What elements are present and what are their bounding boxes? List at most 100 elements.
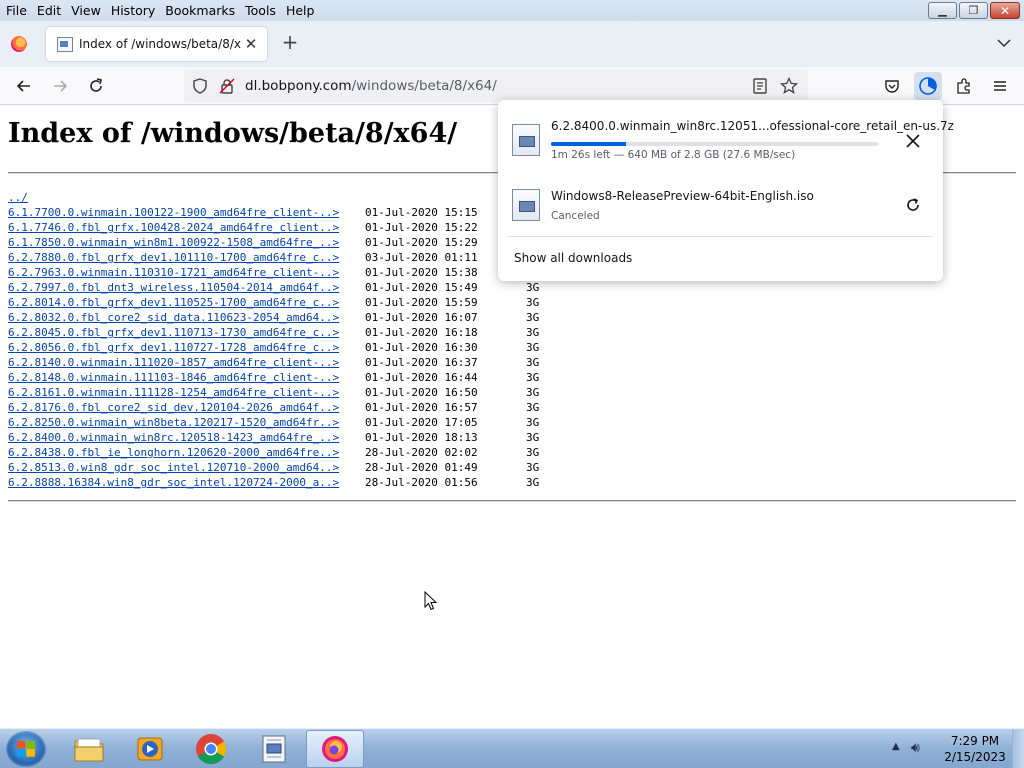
menu-help[interactable]: Help <box>281 0 320 21</box>
file-size: 3G <box>526 476 540 489</box>
reader-view-icon[interactable] <box>752 78 768 94</box>
document-icon <box>56 36 73 52</box>
file-link[interactable]: 6.2.8140.0.winmain.111020-1857_amd64fre_… <box>8 355 359 370</box>
extensions-button[interactable] <box>950 72 978 100</box>
firefox-view-icon[interactable] <box>11 36 27 52</box>
close-window-button[interactable]: ✕ <box>990 2 1020 19</box>
url-text[interactable]: dl.bobpony.com/windows/beta/8/x64/ <box>245 78 497 94</box>
file-size: 3G <box>526 386 540 399</box>
list-item: 6.2.8014.0.fbl_grfx_dev1.110525-1700_amd… <box>8 295 539 310</box>
url-host: dl.bobpony.com <box>245 78 352 94</box>
cancel-download-button[interactable] <box>901 129 925 153</box>
minimize-button[interactable]: ▁ <box>928 2 957 19</box>
file-link[interactable]: 6.2.8056.0.fbl_grfx_dev1.110727-1728_amd… <box>8 340 359 355</box>
downloads-button[interactable] <box>914 72 942 100</box>
file-link[interactable]: 6.2.8148.0.winmain.111103-1846_amd64fre_… <box>8 370 359 385</box>
pocket-button[interactable] <box>878 72 906 100</box>
file-date: 01-Jul-2020 16:50 <box>365 386 478 399</box>
file-date: 01-Jul-2020 16:30 <box>365 341 478 354</box>
lock-insecure-icon[interactable] <box>219 78 235 94</box>
list-item: 6.1.7850.0.winmain_win8m1.100922-1508_am… <box>8 235 539 250</box>
file-link[interactable]: 6.2.8438.0.fbl_ie_longhorn.120620-2000_a… <box>8 445 359 460</box>
page-title: Index of /windows/beta/8/x64/ <box>8 118 458 149</box>
directory-listing: ../ 6.1.7700.0.winmain.100122-1900_amd64… <box>8 190 539 490</box>
show-desktop-button[interactable] <box>1012 729 1024 768</box>
taskbar-chrome[interactable] <box>182 730 240 768</box>
list-all-tabs-button[interactable] <box>996 35 1012 51</box>
clock-time[interactable]: 7:29 PM <box>944 734 1006 748</box>
reload-button[interactable] <box>82 72 110 100</box>
address-bar[interactable]: dl.bobpony.com/windows/beta/8/x64/ <box>184 70 808 102</box>
chrome-icon <box>196 734 227 765</box>
file-link[interactable]: 6.2.8014.0.fbl_grfx_dev1.110525-1700_amd… <box>8 295 359 310</box>
forward-button[interactable] <box>46 72 74 100</box>
list-item: 6.2.8056.0.fbl_grfx_dev1.110727-1728_amd… <box>8 340 539 355</box>
list-item: 6.2.8140.0.winmain.111020-1857_amd64fre_… <box>8 355 539 370</box>
file-size: 3G <box>526 461 540 474</box>
file-link[interactable]: 6.2.7997.0.fbl_dnt3_wireless.110504-2014… <box>8 280 359 295</box>
back-button[interactable] <box>10 72 38 100</box>
mouse-cursor-icon <box>424 591 438 611</box>
file-link[interactable]: 6.2.8888.16384.win8_gdr_soc_intel.120724… <box>8 475 359 490</box>
file-link[interactable]: 6.2.8161.0.winmain.111128-1254_amd64fre_… <box>8 385 359 400</box>
tab-close-icon[interactable]: ✕ <box>241 35 261 53</box>
list-item: 6.2.7963.0.winmain.110310-1721_amd64fre_… <box>8 265 539 280</box>
tab-title: Index of /windows/beta/8/x64/ <box>79 37 241 51</box>
new-tab-button[interactable]: + <box>279 32 301 54</box>
menu-history[interactable]: History <box>106 0 160 21</box>
file-link[interactable]: 6.1.7850.0.winmain_win8m1.100922-1508_am… <box>8 235 359 250</box>
downloads-panel: 6.2.8400.0.winmain_win8rc.12051...ofessi… <box>498 100 954 281</box>
file-size: 3G <box>526 326 540 339</box>
file-date: 28-Jul-2020 01:49 <box>365 461 478 474</box>
start-button[interactable] <box>6 731 46 767</box>
menu-edit[interactable]: Edit <box>32 0 66 21</box>
taskbar-document[interactable] <box>245 730 303 768</box>
file-link[interactable]: 6.2.8176.0.fbl_core2_sid_dev.120104-2026… <box>8 400 359 415</box>
list-item: 6.1.7700.0.winmain.100122-1900_amd64fre_… <box>8 205 539 220</box>
tab-directory-index[interactable]: Index of /windows/beta/8/x64/ ✕ <box>46 27 267 61</box>
file-link[interactable]: 6.2.8250.0.winmain_win8beta.120217-1520_… <box>8 415 359 430</box>
download-progress-bar <box>551 142 878 146</box>
media-player-icon <box>137 737 163 761</box>
file-link[interactable]: 6.2.8400.0.winmain_win8rc.120518-1423_am… <box>8 430 359 445</box>
taskbar-explorer[interactable] <box>60 730 118 768</box>
file-link[interactable]: 6.1.7700.0.winmain.100122-1900_amd64fre_… <box>8 205 359 220</box>
shield-icon[interactable] <box>192 78 208 94</box>
file-date: 01-Jul-2020 15:59 <box>365 296 478 309</box>
taskbar-media-player[interactable] <box>121 730 179 768</box>
file-size: 3G <box>526 401 540 414</box>
show-hidden-icons-button[interactable]: ▲ <box>892 741 900 752</box>
app-menu-button[interactable] <box>986 72 1014 100</box>
file-link[interactable]: 6.1.7746.0.fbl_grfx.100428-2024_amd64fre… <box>8 220 359 235</box>
list-item: 6.2.8438.0.fbl_ie_longhorn.120620-2000_a… <box>8 445 539 460</box>
download-item-canceled[interactable]: Windows8-ReleasePreview-64bit-English.is… <box>508 179 933 233</box>
file-size: 3G <box>526 356 540 369</box>
list-item: 6.2.8045.0.fbl_grfx_dev1.110713-1730_amd… <box>8 325 539 340</box>
forward-arrow-icon <box>54 80 68 92</box>
file-link[interactable]: 6.2.8032.0.fbl_core2_sid_data.110623-205… <box>8 310 359 325</box>
bookmark-star-icon[interactable] <box>780 77 798 95</box>
download-item-active[interactable]: 6.2.8400.0.winmain_win8rc.12051...ofessi… <box>508 114 954 168</box>
url-path: /windows/beta/8/x64/ <box>351 78 497 94</box>
reload-icon <box>90 78 102 92</box>
taskbar-firefox[interactable] <box>306 730 364 768</box>
file-link[interactable]: 6.2.8045.0.fbl_grfx_dev1.110713-1730_amd… <box>8 325 359 340</box>
menu-view[interactable]: View <box>66 0 106 21</box>
file-link[interactable]: 6.2.7880.0.fbl_grfx_dev1.101110-1700_amd… <box>8 250 359 265</box>
menu-tools[interactable]: Tools <box>240 0 281 21</box>
download-progress-fill <box>551 142 627 146</box>
show-all-downloads-button[interactable]: Show all downloads <box>514 251 632 265</box>
minimize-icon: ▁ <box>938 4 947 17</box>
file-link[interactable]: 6.2.7963.0.winmain.110310-1721_amd64fre_… <box>8 265 359 280</box>
volume-icon[interactable]: 🔊︎ <box>911 740 920 756</box>
list-item: 6.2.7880.0.fbl_grfx_dev1.101110-1700_amd… <box>8 250 539 265</box>
file-size: 3G <box>526 431 540 444</box>
menu-file[interactable]: File <box>0 0 32 21</box>
file-link[interactable]: 6.2.8513.0.win8_gdr_soc_intel.120710-200… <box>8 460 359 475</box>
restore-button[interactable]: ❐ <box>959 2 988 19</box>
menu-bookmarks[interactable]: Bookmarks <box>160 0 240 21</box>
clock-date[interactable]: 2/15/2023 <box>944 750 1006 764</box>
retry-icon <box>907 198 919 211</box>
parent-directory-link[interactable]: ../ <box>8 190 359 205</box>
retry-download-button[interactable] <box>901 193 925 217</box>
